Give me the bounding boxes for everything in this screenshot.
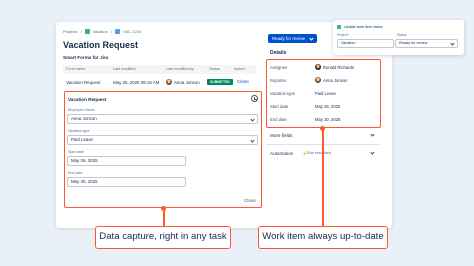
form-close-button[interactable]: Close [244, 198, 256, 203]
status-select[interactable]: Ready for review [395, 39, 458, 48]
vacation-type-value: Paid Leave [71, 137, 93, 142]
vacation-type-label: Vacation type [68, 129, 90, 133]
employee-name-value: Anna Jonson [71, 116, 97, 121]
popup-status-label: Status [397, 33, 407, 37]
status-button[interactable]: Ready for review [268, 34, 317, 43]
start-date-label: Start date [68, 150, 84, 154]
connector-line [163, 208, 165, 226]
more-fields-toggle[interactable]: More fields [270, 133, 292, 138]
app-icon [337, 25, 341, 29]
history-icon[interactable] [251, 95, 258, 102]
employee-name-label: Employee Name [68, 108, 95, 112]
col-status: Status [209, 67, 220, 71]
row-last-modified: May 26, 2025 09:15 AM [113, 80, 160, 85]
callout-work-item: Work item always up-to-date [258, 226, 388, 249]
close-form-link[interactable]: Close [237, 79, 249, 84]
project-icon [84, 29, 90, 34]
end-date-field[interactable]: May 30, 2025 [67, 177, 186, 187]
col-modified-by: Last modified by [166, 67, 194, 71]
start-date-detail-value[interactable]: May 26, 2025 [315, 104, 340, 109]
chevron-down-icon [309, 35, 314, 41]
end-date-detail-label: End date [270, 117, 287, 122]
breadcrumb: Projects / Vacation / VAC-1234 [63, 29, 142, 34]
automation-subtitle: Rule executions [307, 151, 332, 155]
task-icon [114, 29, 120, 34]
end-date-label: End date [68, 171, 83, 175]
project-select[interactable]: Vacation [337, 39, 394, 48]
breadcrumb-issue-key[interactable]: VAC-1234 [123, 29, 141, 34]
callout-data-capture: Data capture, right in any task [95, 226, 231, 249]
chevron-down-icon [450, 41, 455, 46]
end-date-detail-value[interactable]: May 30, 2025 [315, 117, 340, 122]
avatar [166, 79, 172, 85]
status-badge: SUBMITTED [207, 79, 233, 85]
reporter-label: Reporter [270, 78, 287, 83]
start-date-field[interactable]: May 26, 2025 [67, 156, 186, 166]
col-form-name: Form name [66, 67, 86, 71]
page-title: Vacation Request [63, 40, 139, 50]
col-action: Action [234, 67, 245, 71]
assignee-value[interactable]: Ronald Richards [323, 65, 354, 70]
reporter-avatar [315, 77, 321, 83]
chevron-down-icon [250, 138, 255, 143]
col-last-modified: Last modified [113, 67, 136, 71]
status-button-label: Ready for review [272, 36, 305, 41]
row-form-name[interactable]: Vacation Request [66, 80, 100, 85]
assignee-avatar [315, 64, 321, 70]
vacation-type-select[interactable]: Paid Leave [67, 135, 258, 145]
breadcrumb-projects[interactable]: Projects [63, 29, 77, 34]
employee-name-select[interactable]: Anna Jonson [67, 114, 258, 124]
table-header [63, 65, 256, 74]
assignee-label: Assignee [270, 65, 288, 70]
row-modified-by: Anna Jonson [174, 80, 200, 85]
vacation-type-detail-value[interactable]: Paid Leave [315, 91, 336, 96]
reporter-value[interactable]: Anna Jonson [323, 78, 347, 83]
chevron-down-icon [250, 117, 255, 122]
section-title: Smart Forms for Jira [63, 55, 109, 60]
form-title: Vacation Request [68, 97, 107, 102]
project-select-value: Vacation [341, 41, 356, 45]
automation-toggle[interactable]: Automation [270, 151, 293, 156]
connector-line [322, 128, 324, 226]
popup-title: Update work item status [344, 25, 383, 29]
start-date-detail-label: Start date [270, 104, 289, 109]
breadcrumb-project[interactable]: Vacation [93, 29, 108, 34]
status-select-value: Ready for review [399, 41, 428, 45]
vacation-type-detail-label: Vacation type [270, 91, 296, 96]
details-heading: Details [270, 50, 287, 56]
project-label: Project* [337, 33, 349, 37]
